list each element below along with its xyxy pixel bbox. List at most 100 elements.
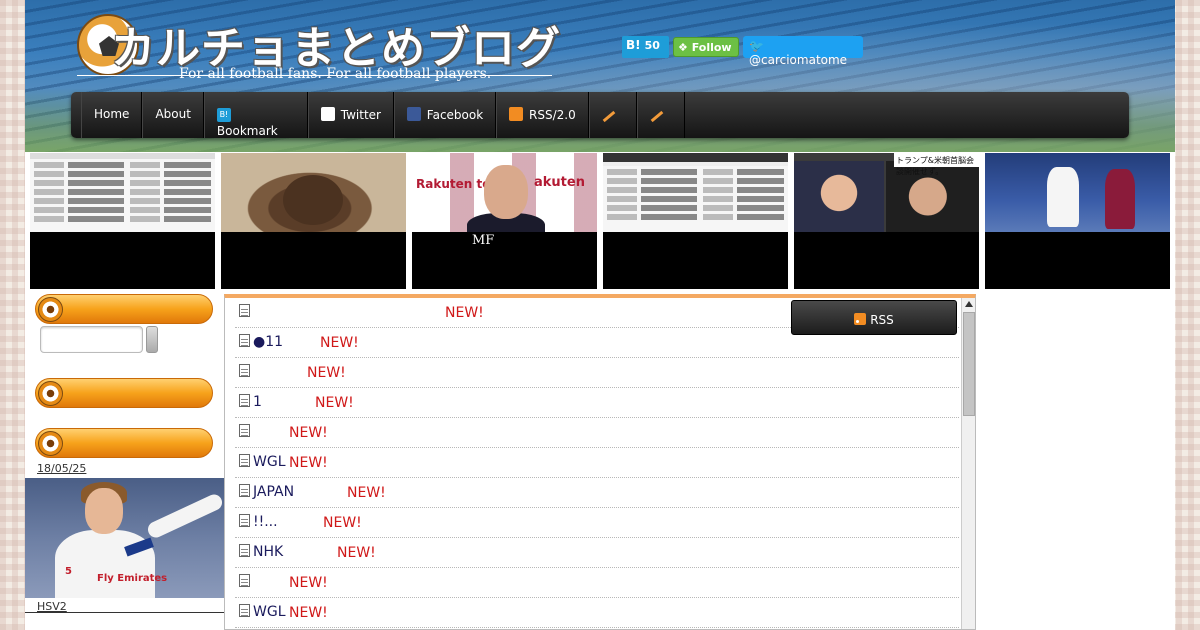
feed-row[interactable]: NEW! [235,568,959,598]
feedly-icon: ❖ [678,41,692,54]
nav-pen-1[interactable] [588,92,637,138]
document-icon [239,334,250,347]
main-nav: Home About B! Bookmark Twitter Facebook … [71,92,1129,138]
news-headline: トランプ&米朝首脳会談開催せず。 [894,153,979,176]
rss-icon [854,313,867,325]
new-badge: NEW! [337,545,376,561]
thumbnail-card[interactable]: トランプ&米朝首脳会談開催せず。 [794,153,979,289]
soccer-ball-icon [38,381,63,406]
rss-button[interactable]: RSS [791,300,957,335]
document-icon [239,574,250,587]
document-icon [239,304,250,317]
feed-row[interactable]: !!... NEW! [235,508,959,538]
feed-list: NEW! ●11 NEW! NEW! 1 NEW! NEW! WGL NEW! JAP… [235,298,959,628]
sidebar: 18/05/25 5 Fly Emirates HSV2 [25,290,225,630]
new-badge: NEW! [320,335,359,351]
search-widget-header [35,294,213,324]
feed-row[interactable]: JAPAN NEW! [235,478,959,508]
rss-icon [509,107,524,121]
feed-title[interactable]: JAPAN [253,484,294,500]
nav-home[interactable]: Home [81,92,143,138]
thumbnail-image: トランプ&米朝首脳会談開催せず。 [794,153,979,232]
twitter-icon [320,107,335,121]
document-icon [239,424,250,437]
feed-row[interactable]: NEW! [235,418,959,448]
new-badge: NEW! [289,605,328,621]
document-icon [239,394,250,407]
article-feed: RSS NEW! ●11 NEW! NEW! 1 NEW! NEW! WGL NEW!… [224,294,976,630]
feedly-follow-button[interactable]: ❖ Follow [673,37,739,57]
twitter-bird-icon: 🐦 [749,39,764,53]
thumbnail-card[interactable] [221,153,406,289]
hatena-bookmark-button[interactable]: B! 50 [622,36,669,58]
feed-title[interactable]: !!... [253,514,278,530]
thumbnail-image [30,153,215,232]
feed-row[interactable]: NHK NEW! [235,538,959,568]
soccer-ball-icon [38,431,63,456]
scroll-up-arrow-icon[interactable] [965,301,973,307]
hatena-count: 50 [644,39,660,52]
nav-twitter-label: Twitter [340,108,381,122]
feed-row[interactable]: WGL NEW! [235,598,959,628]
thumbnail-image [985,153,1170,232]
thumbnail-card[interactable]: Rakuten toto akuten MF [412,153,597,289]
thumbnail-card[interactable] [30,153,215,289]
follow-label: Follow [691,41,732,54]
nav-about[interactable]: About [142,92,204,138]
document-icon [239,454,250,467]
player-photo[interactable]: 5 Fly Emirates [25,478,225,598]
new-badge: NEW! [323,515,362,531]
new-badge: NEW! [289,425,328,441]
nav-facebook-label: Facebook [426,108,484,122]
document-icon [239,604,250,617]
nav-pen-2[interactable] [636,92,685,138]
document-icon [239,514,250,527]
feed-row[interactable]: 1 NEW! [235,388,959,418]
thumbnail-card[interactable] [985,153,1170,289]
feed-title[interactable]: NHK [253,544,283,560]
hatena-bookmark-icon: B! [626,38,641,52]
nav-rss-label: RSS/2.0 [529,108,576,122]
new-badge: NEW! [307,365,346,381]
feed-scrollbar[interactable] [961,298,975,629]
nav-about-label: About [155,107,191,121]
nav-rss[interactable]: RSS/2.0 [496,92,589,138]
rakuten-text: akuten [534,175,585,190]
feed-row[interactable]: NEW! [235,358,959,388]
thumbnail-card[interactable] [603,153,788,289]
document-icon [239,364,250,377]
thumbnail-image [603,153,788,232]
new-badge: NEW! [315,395,354,411]
divider [25,612,225,613]
feed-title[interactable]: WGL [253,454,286,470]
new-badge: NEW! [347,485,386,501]
thumbnail-image [221,153,406,232]
feed-title[interactable]: 1 [253,394,262,410]
twitter-handle: @carciomatome [749,53,848,67]
scrollbar-thumb[interactable] [963,312,975,416]
feed-row[interactable]: WGL NEW! [235,448,959,478]
thumbnail-image: Rakuten toto akuten [412,153,597,232]
nav-bookmark-label: Bookmark [216,124,278,138]
document-icon [239,544,250,557]
nav-home-label: Home [94,107,130,121]
nav-facebook[interactable]: Facebook [393,92,497,138]
shirt-number: 5 [65,566,72,577]
document-icon [239,484,250,497]
shirt-sponsor: Fly Emirates [97,573,168,584]
twitter-follow-button[interactable]: 🐦 @carciomatome [743,36,863,67]
facebook-icon [406,107,421,121]
search-input[interactable] [40,326,143,353]
post-date[interactable]: 18/05/25 [37,462,86,475]
hatena-bookmark-icon: B! [216,108,231,122]
featured-thumbnails: Rakuten toto akuten MF トランプ&米朝首脳会談開催せず。 [30,153,1170,289]
site-header: カルチョまとめブログ For all football fans. For al… [25,0,1175,152]
feed-title[interactable]: WGL [253,604,286,620]
widget-header [35,378,213,408]
nav-twitter[interactable]: Twitter [307,92,394,138]
nav-bookmark[interactable]: B! Bookmark [203,92,308,138]
feed-title[interactable]: ●11 [253,334,283,350]
search-button[interactable] [146,326,158,353]
site-subtitle: For all football fans. For all football … [179,66,492,82]
pencil-icon [650,110,664,123]
